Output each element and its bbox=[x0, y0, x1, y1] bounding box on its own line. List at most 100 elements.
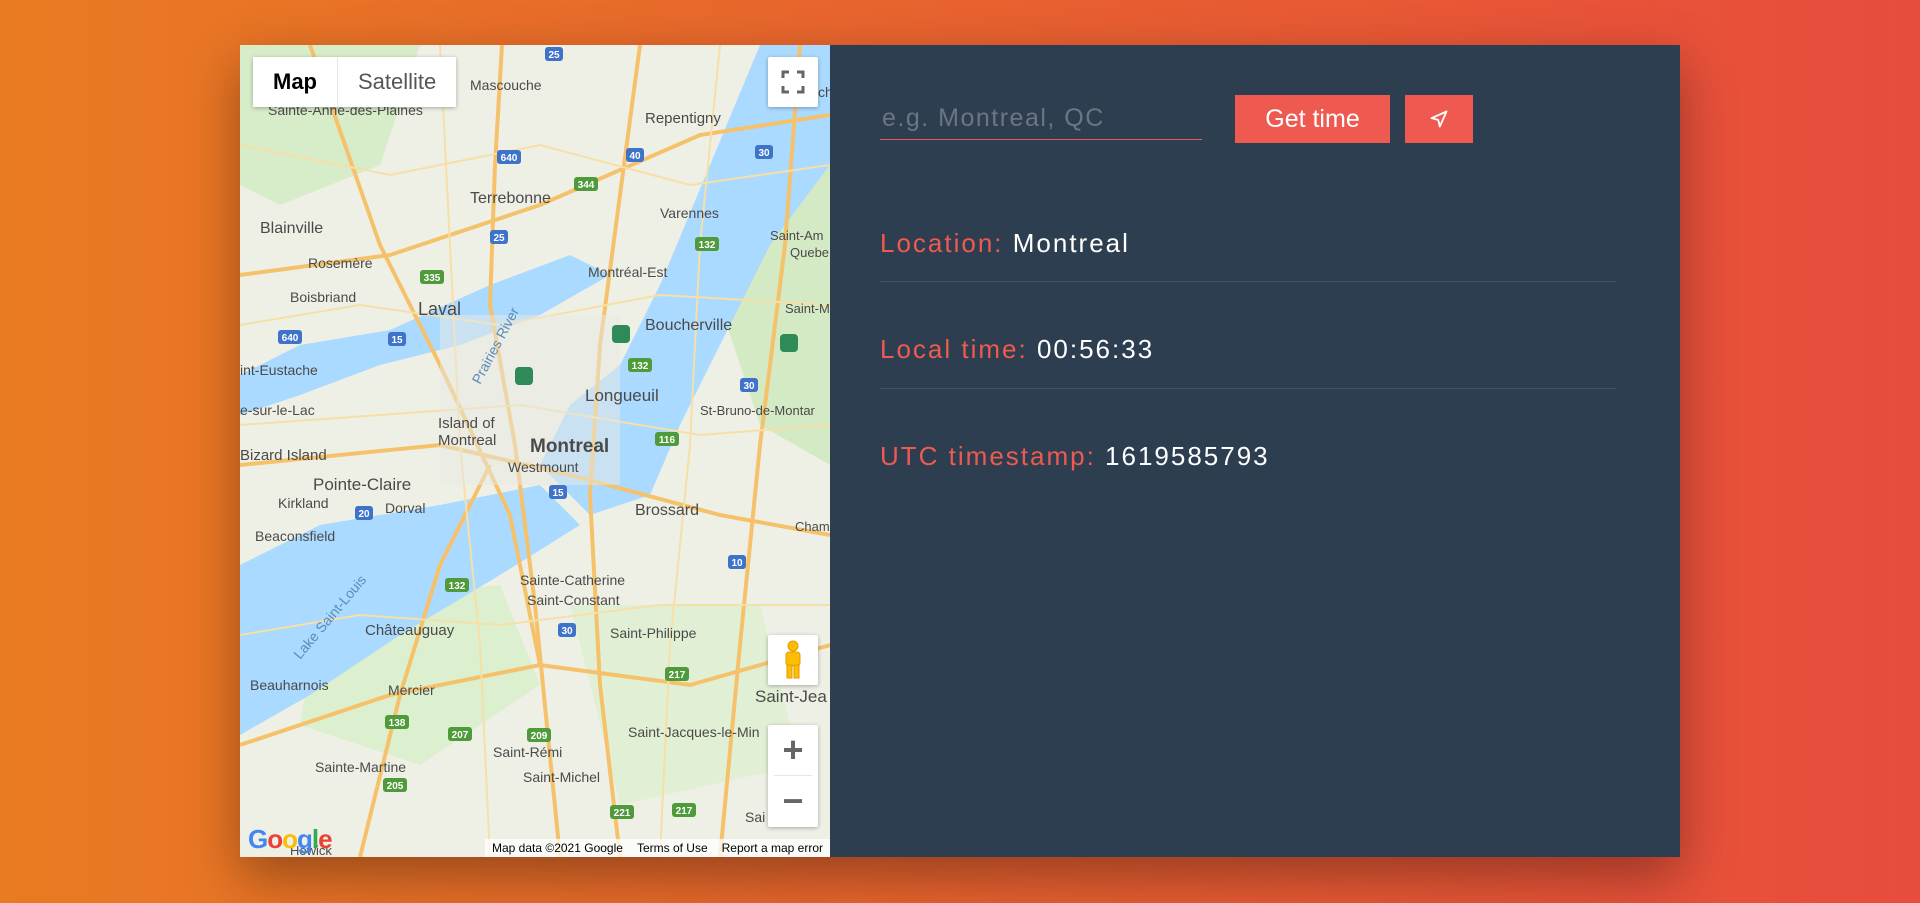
svg-text:Cham: Cham bbox=[795, 519, 830, 534]
svg-text:209: 209 bbox=[531, 731, 548, 742]
location-value: Montreal bbox=[1012, 228, 1130, 258]
paper-plane-icon bbox=[1430, 110, 1448, 128]
svg-text:640: 640 bbox=[501, 153, 518, 164]
svg-text:116: 116 bbox=[659, 435, 676, 446]
svg-text:Saint-Constant: Saint-Constant bbox=[527, 592, 620, 608]
svg-text:132: 132 bbox=[632, 361, 649, 372]
svg-text:Brossard: Brossard bbox=[635, 502, 699, 519]
svg-text:Saint-Jacques-le-Min: Saint-Jacques-le-Min bbox=[628, 724, 760, 740]
utc-timestamp-row: UTC timestamp: 1619585793 bbox=[880, 441, 1616, 472]
svg-text:Mercier: Mercier bbox=[388, 682, 435, 698]
svg-text:10: 10 bbox=[731, 558, 743, 569]
fullscreen-icon bbox=[781, 70, 805, 94]
svg-text:Saint-Am: Saint-Am bbox=[770, 228, 823, 243]
svg-text:Saint-Rémi: Saint-Rémi bbox=[493, 744, 562, 760]
local-time-row: Local time: 00:56:33 bbox=[880, 334, 1616, 365]
map-type-toggle: Map Satellite bbox=[253, 57, 457, 107]
svg-text:Longueuil: Longueuil bbox=[585, 386, 659, 405]
zoom-control: + − bbox=[768, 725, 818, 827]
svg-text:40: 40 bbox=[629, 151, 641, 162]
terms-link[interactable]: Terms of Use bbox=[630, 841, 715, 855]
pegman-icon bbox=[785, 640, 801, 679]
svg-text:Saint-Jea: Saint-Jea bbox=[755, 687, 827, 706]
info-panel: Get time Location: Montreal Local time: … bbox=[830, 45, 1680, 857]
utc-timestamp-value: 1619585793 bbox=[1105, 441, 1270, 471]
svg-text:Saint-Philippe: Saint-Philippe bbox=[610, 625, 697, 641]
map-canvas[interactable]: Mascouche Sainte-Anne-des-Plaines Repent… bbox=[240, 45, 830, 857]
svg-text:Sainte-Catherine: Sainte-Catherine bbox=[520, 572, 625, 588]
svg-text:207: 207 bbox=[452, 730, 469, 741]
report-error-link[interactable]: Report a map error bbox=[715, 841, 830, 855]
svg-text:132: 132 bbox=[699, 240, 716, 251]
svg-text:Pointe-Claire: Pointe-Claire bbox=[313, 475, 411, 494]
svg-text:20: 20 bbox=[358, 509, 370, 520]
svg-text:138: 138 bbox=[389, 718, 406, 729]
google-logo: Google bbox=[248, 824, 333, 854]
svg-text:Rosemère: Rosemère bbox=[308, 255, 373, 271]
svg-text:221: 221 bbox=[614, 808, 631, 819]
location-label: Location: bbox=[880, 228, 1013, 258]
svg-text:Repentigny: Repentigny bbox=[645, 110, 721, 127]
svg-text:Saint-Michel: Saint-Michel bbox=[523, 769, 600, 785]
svg-text:Montreal: Montreal bbox=[530, 436, 609, 457]
svg-text:Sai: Sai bbox=[745, 809, 765, 825]
local-time-label: Local time: bbox=[880, 334, 1037, 364]
svg-text:25: 25 bbox=[493, 233, 505, 244]
divider bbox=[880, 388, 1616, 389]
local-time-value: 00:56:33 bbox=[1036, 334, 1155, 364]
map-footer: Google Map data ©2021 Google Terms of Us… bbox=[240, 824, 830, 857]
svg-text:Beaconsfield: Beaconsfield bbox=[255, 528, 335, 544]
map-view[interactable]: Mascouche Sainte-Anne-des-Plaines Repent… bbox=[240, 45, 830, 857]
utc-timestamp-label: UTC timestamp: bbox=[880, 441, 1106, 471]
svg-text:Mascouche: Mascouche bbox=[470, 77, 542, 93]
svg-text:205: 205 bbox=[387, 781, 404, 792]
svg-text:217: 217 bbox=[669, 670, 686, 681]
svg-text:Sainte-Martine: Sainte-Martine bbox=[315, 759, 406, 775]
svg-text:Varennes: Varennes bbox=[660, 205, 719, 221]
location-search-input[interactable] bbox=[880, 97, 1202, 140]
svg-text:St-Bruno-de-Montar: St-Bruno-de-Montar bbox=[700, 403, 816, 418]
svg-text:30: 30 bbox=[758, 148, 770, 159]
svg-text:640: 640 bbox=[282, 333, 299, 344]
svg-text:Montreal: Montreal bbox=[438, 432, 496, 449]
divider bbox=[880, 281, 1616, 282]
minus-icon: − bbox=[782, 780, 804, 821]
svg-text:30: 30 bbox=[743, 381, 755, 392]
svg-text:Beauharnois: Beauharnois bbox=[250, 677, 329, 693]
svg-text:Kirkland: Kirkland bbox=[278, 495, 329, 511]
map-tab[interactable]: Map bbox=[253, 57, 338, 107]
svg-text:Westmount: Westmount bbox=[508, 459, 579, 475]
svg-text:217: 217 bbox=[676, 806, 693, 817]
svg-text:Boisbriand: Boisbriand bbox=[290, 289, 356, 305]
svg-text:15: 15 bbox=[552, 488, 564, 499]
svg-text:335: 335 bbox=[424, 273, 441, 284]
satellite-tab[interactable]: Satellite bbox=[338, 57, 457, 107]
svg-text:Quebe: Quebe bbox=[790, 245, 829, 260]
svg-text:Island of: Island of bbox=[438, 415, 496, 432]
svg-text:25: 25 bbox=[548, 50, 560, 61]
svg-text:132: 132 bbox=[449, 581, 466, 592]
get-time-button[interactable]: Get time bbox=[1235, 95, 1390, 143]
svg-text:Saint-M: Saint-M bbox=[785, 301, 830, 316]
svg-text:Blainville: Blainville bbox=[260, 220, 323, 237]
svg-text:Bizard Island: Bizard Island bbox=[240, 447, 327, 464]
svg-text:Laval: Laval bbox=[418, 299, 461, 319]
svg-text:Dorval: Dorval bbox=[385, 500, 425, 516]
street-view-pegman[interactable] bbox=[768, 635, 818, 685]
fullscreen-button[interactable] bbox=[768, 57, 818, 107]
svg-text:Montréal-Est: Montréal-Est bbox=[588, 264, 667, 280]
zoom-in-button[interactable]: + bbox=[768, 725, 818, 775]
svg-text:e-sur-le-Lac: e-sur-le-Lac bbox=[240, 402, 315, 418]
svg-text:344: 344 bbox=[578, 180, 595, 191]
plus-icon: + bbox=[782, 729, 804, 770]
svg-text:30: 30 bbox=[561, 626, 573, 637]
zoom-out-button[interactable]: − bbox=[768, 776, 818, 826]
svg-text:Boucherville: Boucherville bbox=[645, 317, 732, 334]
map-attribution: Map data ©2021 Google bbox=[492, 841, 623, 855]
svg-text:15: 15 bbox=[391, 335, 403, 346]
location-row: Location: Montreal bbox=[880, 228, 1616, 259]
app-card: Mascouche Sainte-Anne-des-Plaines Repent… bbox=[240, 45, 1680, 857]
locate-me-button[interactable] bbox=[1405, 95, 1473, 143]
svg-text:Terrebonne: Terrebonne bbox=[470, 190, 551, 207]
svg-text:Châteauguay: Châteauguay bbox=[365, 622, 455, 639]
